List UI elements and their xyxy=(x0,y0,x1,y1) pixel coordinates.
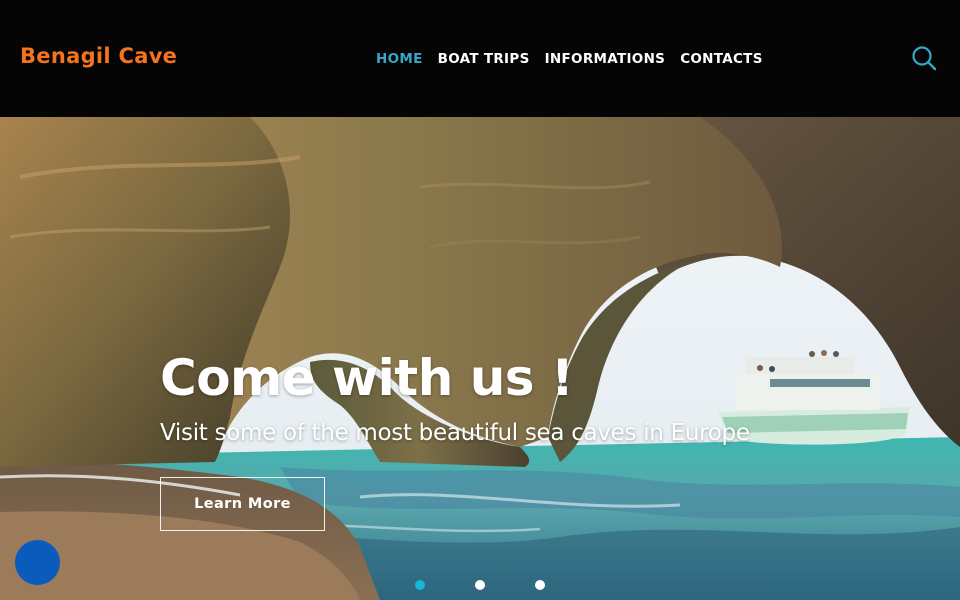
nav-informations[interactable]: INFORMATIONS xyxy=(545,51,666,67)
site-header: Benagil Cave HOME BOAT TRIPS INFORMATION… xyxy=(0,0,960,117)
learn-more-button[interactable]: Learn More xyxy=(160,477,325,531)
nav-contacts[interactable]: CONTACTS xyxy=(680,51,763,67)
slider-dot-2[interactable] xyxy=(475,580,485,590)
main-nav: HOME BOAT TRIPS INFORMATIONS CONTACTS xyxy=(376,51,763,67)
site-logo[interactable]: Benagil Cave xyxy=(20,44,177,68)
search-icon[interactable] xyxy=(910,44,938,72)
slider-dot-3[interactable] xyxy=(535,580,545,590)
nav-home[interactable]: HOME xyxy=(376,51,423,67)
nav-boat-trips[interactable]: BOAT TRIPS xyxy=(438,51,530,67)
hero-subtitle: Visit some of the most beautiful sea cav… xyxy=(160,420,750,446)
hero-title: Come with us ! xyxy=(160,349,574,407)
hero-slider: Come with us ! Visit some of the most be… xyxy=(0,117,960,600)
chat-bubble-icon[interactable] xyxy=(15,540,60,585)
slider-dot-1[interactable] xyxy=(415,580,425,590)
